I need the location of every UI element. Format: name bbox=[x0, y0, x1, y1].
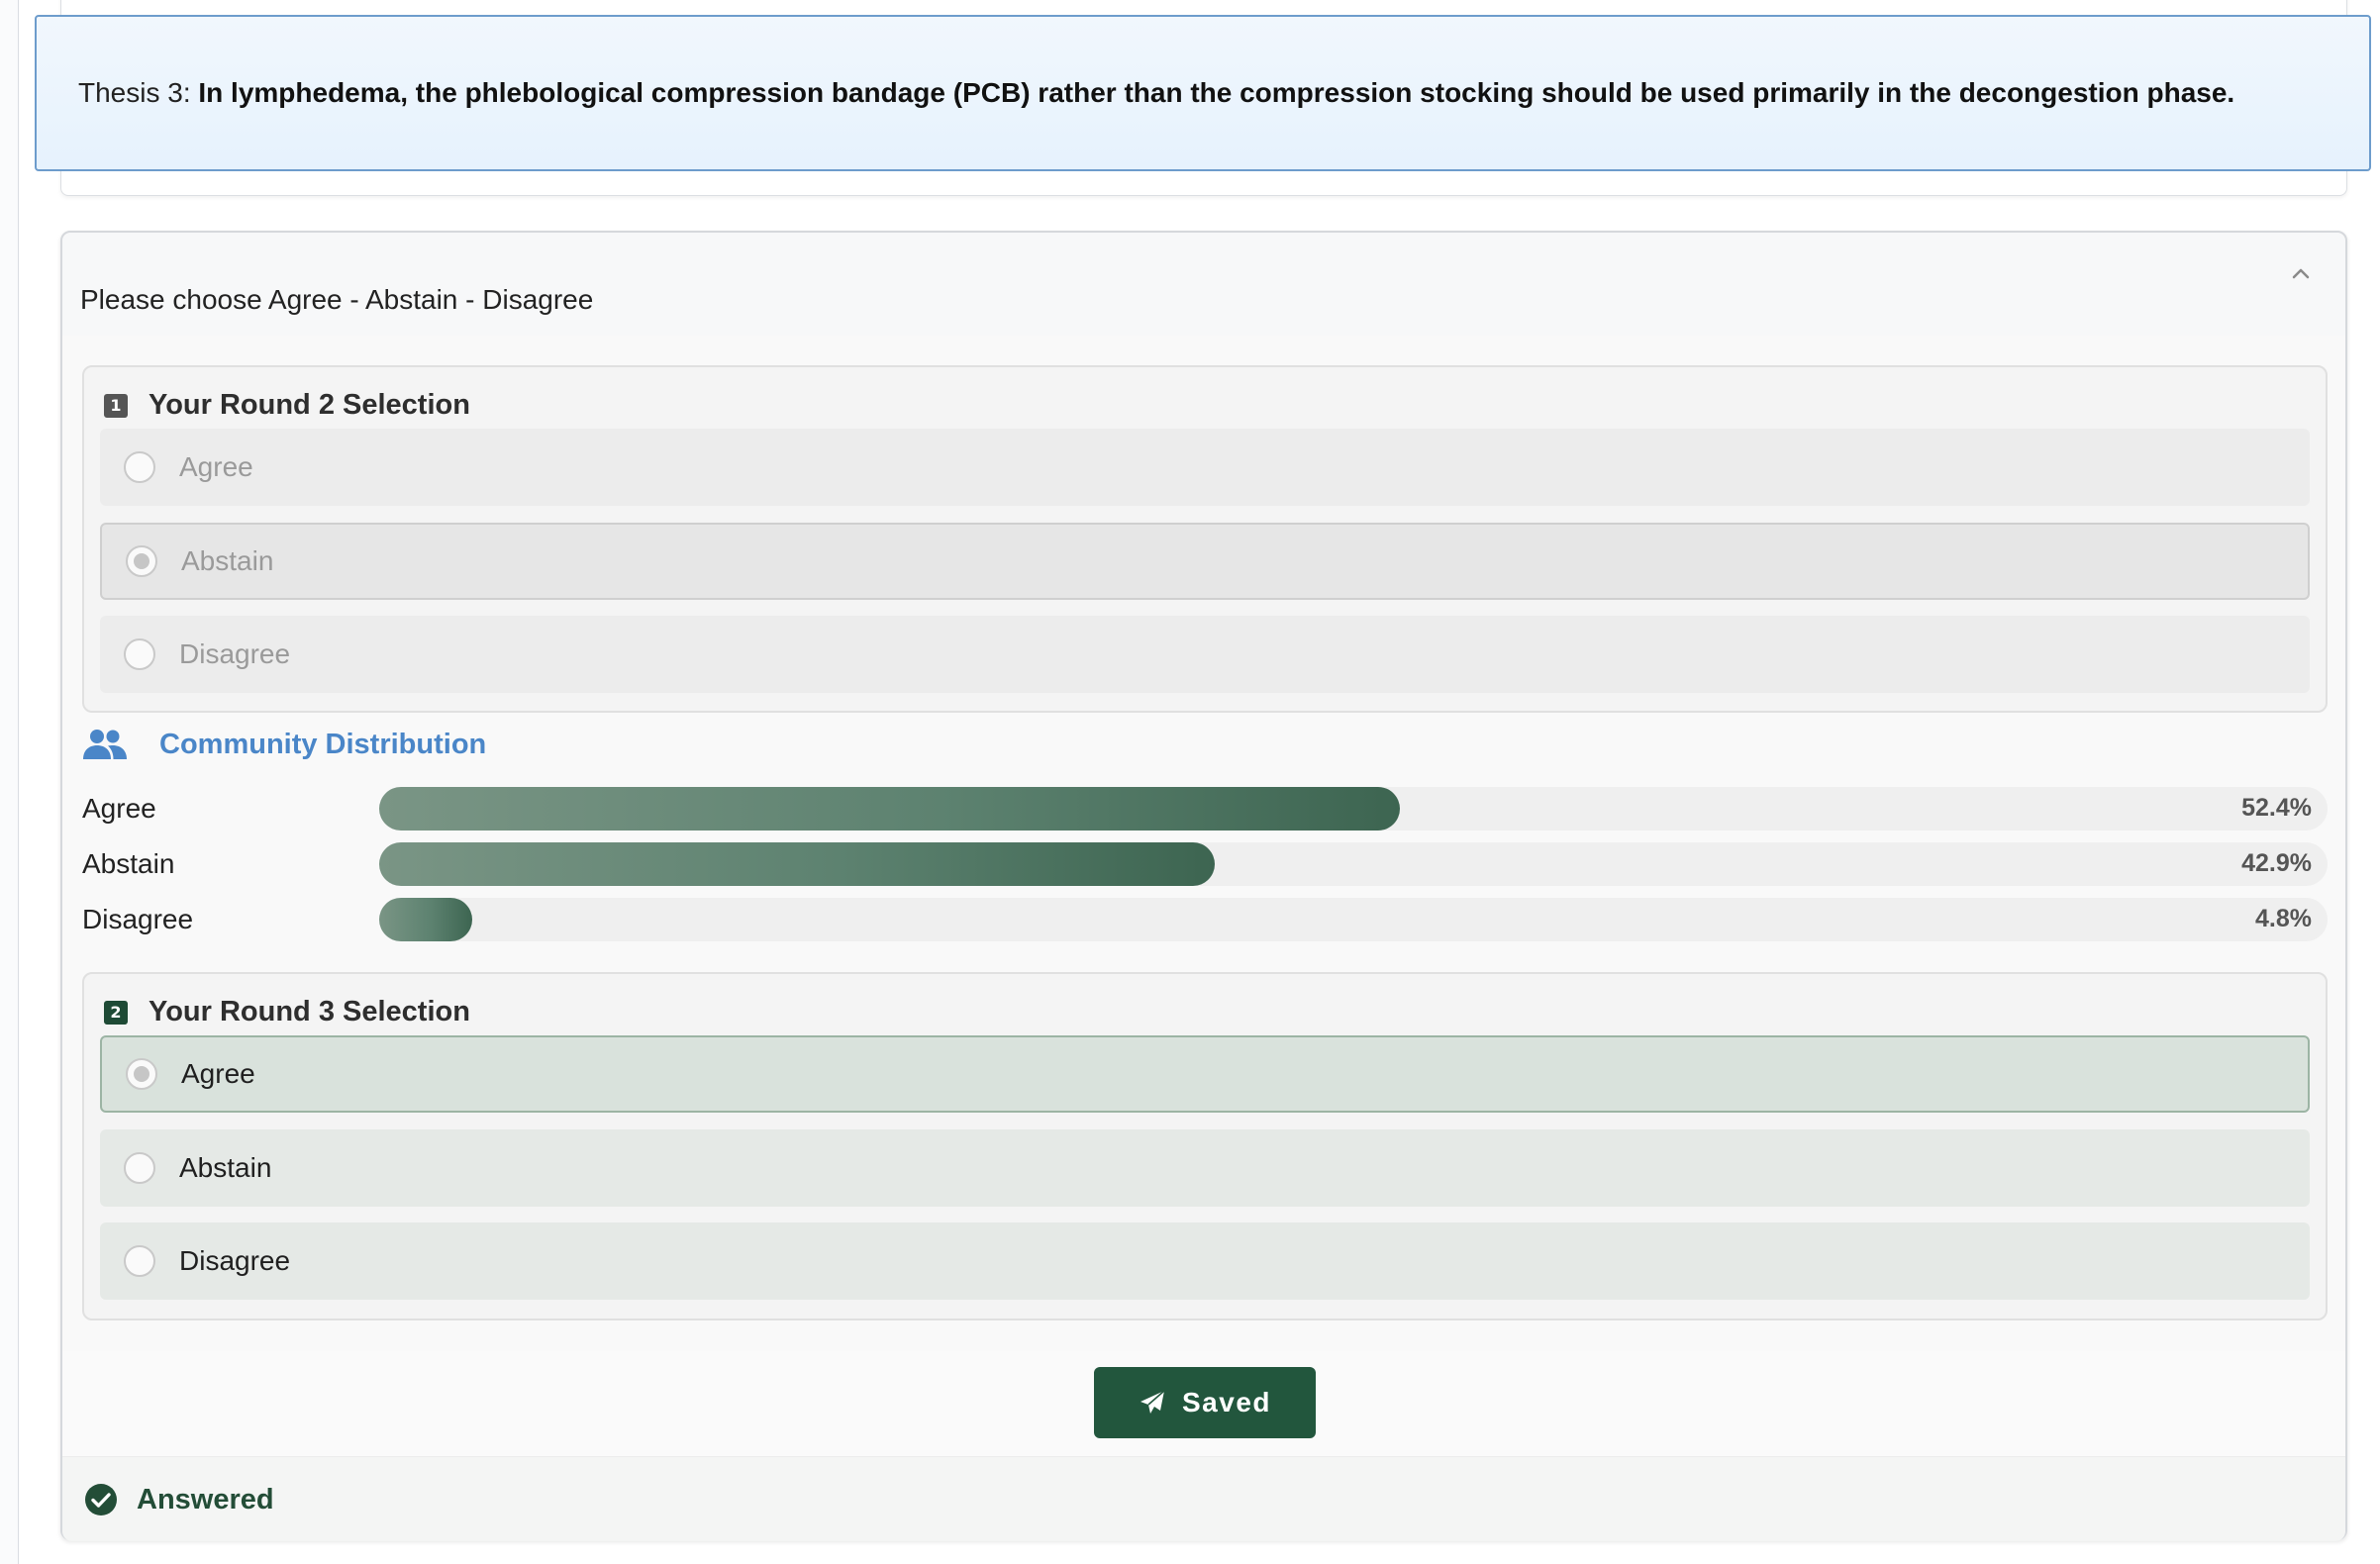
community-title: Community Distribution bbox=[82, 728, 486, 761]
distribution-bar-fill bbox=[379, 898, 473, 941]
option-label: Disagree bbox=[179, 1245, 291, 1276]
distribution-percent: 52.4% bbox=[2241, 794, 2312, 822]
status-strip bbox=[62, 1456, 2345, 1541]
round3-option-agree[interactable]: Agree bbox=[100, 1035, 2310, 1113]
distribution-percent: 42.9% bbox=[2241, 849, 2312, 877]
distribution-row-agree: Agree 52.4% bbox=[82, 787, 2330, 831]
saved-button[interactable]: Saved bbox=[1094, 1367, 1316, 1438]
round2-title-text: Your Round 2 Selection bbox=[149, 389, 470, 421]
left-rail bbox=[0, 0, 19, 1564]
saved-button-label: Saved bbox=[1182, 1387, 1271, 1417]
round2-selection: 1 Your Round 2 Selection Agree Abstain D… bbox=[82, 365, 2328, 713]
distribution-percent: 4.8% bbox=[2255, 905, 2312, 932]
round2-option-agree[interactable]: Agree bbox=[100, 429, 2310, 506]
check-circle-icon bbox=[85, 1484, 117, 1515]
distribution-bar-track: 52.4% bbox=[379, 787, 2328, 831]
round3-badge-icon: 2 bbox=[104, 1000, 128, 1025]
round3-selection: 2 Your Round 3 Selection Agree Abstain D… bbox=[82, 972, 2328, 1320]
radio-checked-icon[interactable] bbox=[126, 545, 157, 577]
thesis-text: In lymphedema, the phlebological compres… bbox=[198, 77, 2235, 108]
answered-label: Answered bbox=[137, 1483, 274, 1515]
thesis-prefix: Thesis 3: bbox=[78, 77, 191, 108]
round3-option-abstain[interactable]: Abstain bbox=[100, 1129, 2310, 1207]
card-header: Please choose Agree - Abstain - Disagree bbox=[62, 233, 2345, 336]
radio-icon[interactable] bbox=[124, 1245, 155, 1277]
round2-option-abstain[interactable]: Abstain bbox=[100, 523, 2310, 600]
option-label: Abstain bbox=[179, 1152, 272, 1183]
distribution-bar-track: 4.8% bbox=[379, 898, 2328, 941]
radio-icon[interactable] bbox=[124, 1152, 155, 1184]
question-prompt: Please choose Agree - Abstain - Disagree bbox=[80, 284, 594, 315]
radio-icon[interactable] bbox=[124, 638, 155, 670]
chevron-up-icon[interactable] bbox=[2286, 258, 2316, 288]
distribution-bar-track: 42.9% bbox=[379, 842, 2328, 886]
question-card: Please choose Agree - Abstain - Disagree… bbox=[60, 231, 2347, 1541]
round3-title: 2 Your Round 3 Selection bbox=[104, 996, 470, 1028]
distribution-label: Agree bbox=[82, 793, 156, 824]
round2-option-disagree[interactable]: Disagree bbox=[100, 616, 2310, 693]
distribution-label: Abstain bbox=[82, 848, 175, 879]
round3-title-text: Your Round 3 Selection bbox=[149, 996, 470, 1027]
round2-title: 1 Your Round 2 Selection bbox=[104, 389, 470, 422]
radio-checked-icon[interactable] bbox=[126, 1058, 157, 1090]
community-title-text: Community Distribution bbox=[159, 728, 487, 760]
distribution-bar-fill bbox=[379, 842, 1216, 886]
option-label: Disagree bbox=[179, 638, 291, 669]
option-label: Abstain bbox=[181, 545, 274, 576]
option-label: Agree bbox=[181, 1058, 255, 1089]
distribution-label: Disagree bbox=[82, 904, 194, 934]
thesis-banner: Thesis 3: In lymphedema, the phlebologic… bbox=[35, 15, 2371, 171]
distribution-row-disagree: Disagree 4.8% bbox=[82, 898, 2330, 941]
distribution-row-abstain: Abstain 42.9% bbox=[82, 842, 2330, 886]
users-icon bbox=[83, 730, 127, 759]
answered-status: Answered bbox=[84, 1483, 274, 1516]
option-label: Agree bbox=[179, 451, 253, 482]
paper-plane-icon bbox=[1140, 1390, 1165, 1414]
distribution-bar-fill bbox=[379, 787, 1401, 831]
round2-badge-icon: 1 bbox=[104, 393, 128, 418]
radio-icon[interactable] bbox=[124, 451, 155, 483]
round3-option-disagree[interactable]: Disagree bbox=[100, 1222, 2310, 1300]
